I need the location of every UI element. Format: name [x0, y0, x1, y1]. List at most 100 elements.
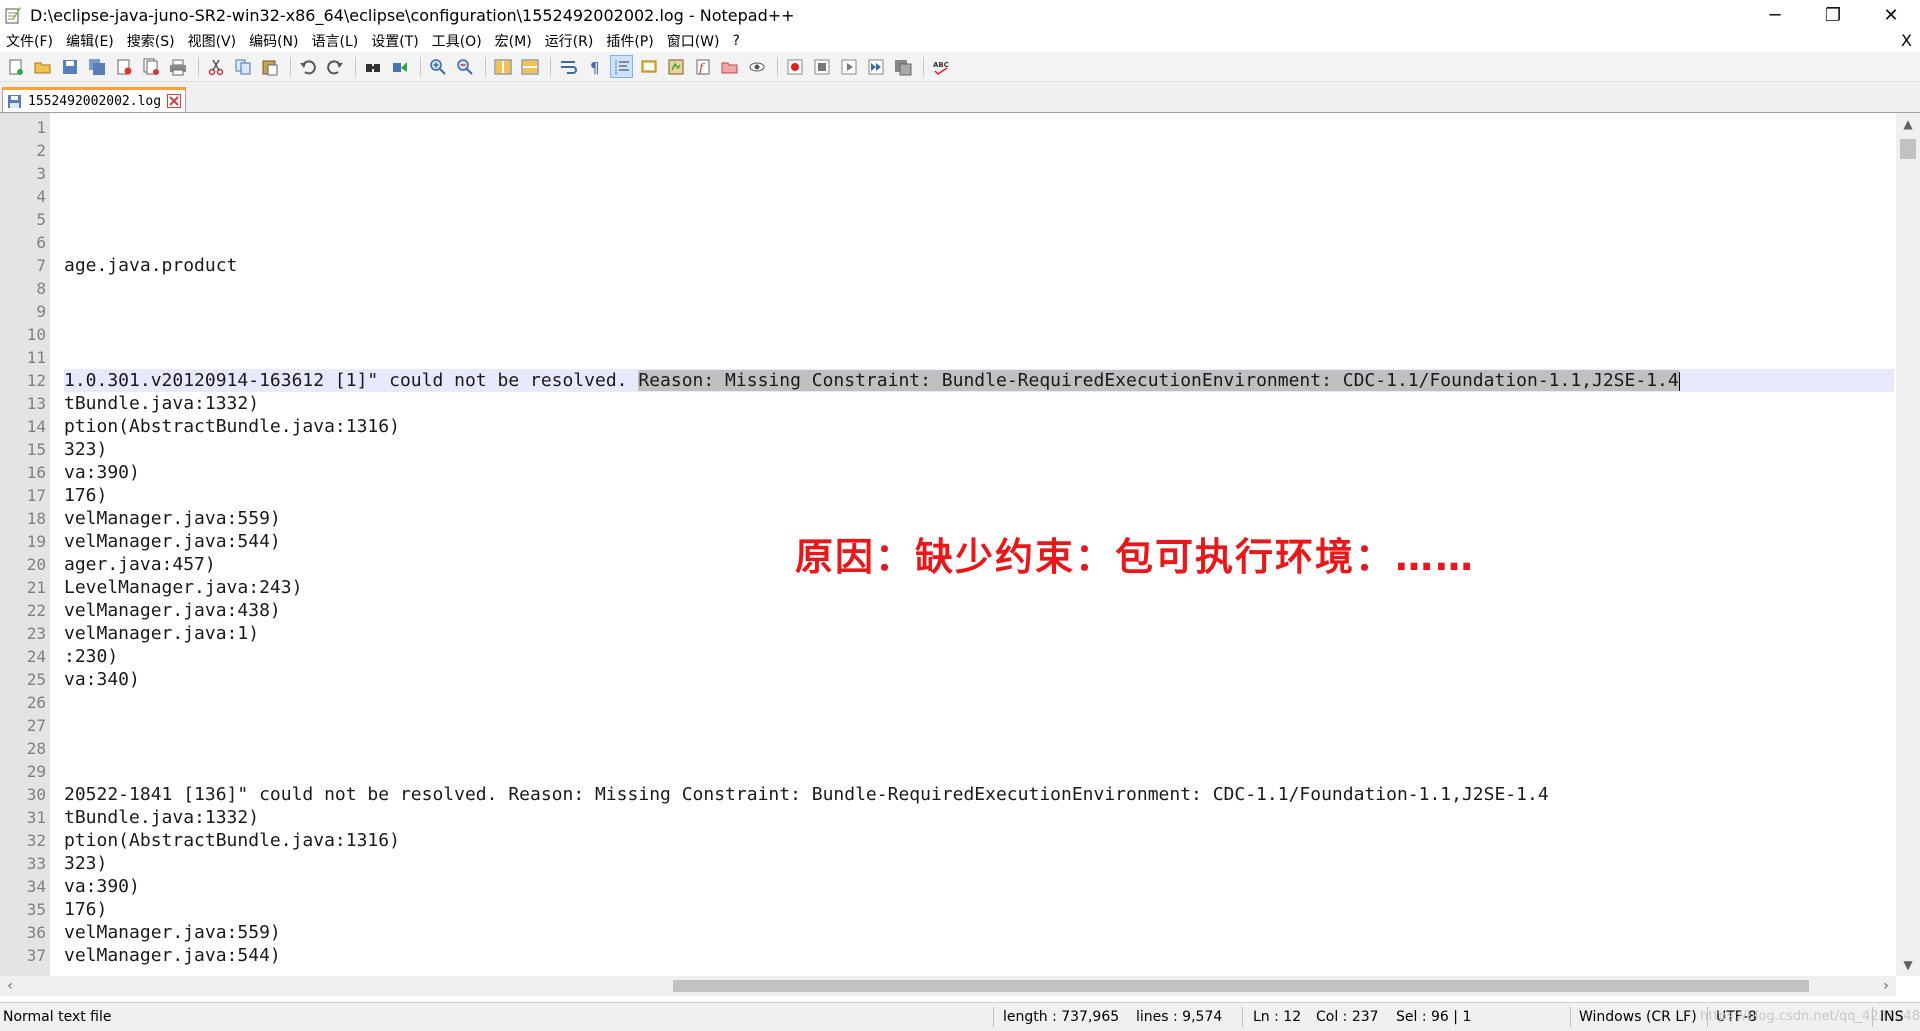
undo-icon[interactable]	[296, 55, 319, 78]
menu-plugins[interactable]: 插件(P)	[600, 31, 659, 51]
menu-settings[interactable]: 设置(T)	[365, 31, 424, 51]
zoom-in-icon[interactable]	[426, 55, 449, 78]
menu-edit[interactable]: 编辑(E)	[60, 31, 120, 51]
text-line[interactable]: va:390)	[64, 461, 1894, 484]
text-line[interactable]: 20522-1841 [136]" could not be resolved.…	[64, 783, 1894, 806]
sync-horizontal-icon[interactable]	[518, 55, 541, 78]
text-line[interactable]	[64, 346, 1894, 369]
replace-icon[interactable]	[388, 55, 411, 78]
text-line[interactable]	[64, 277, 1894, 300]
text-line[interactable]: velManager.java:544)	[64, 944, 1894, 967]
text-line[interactable]: 176)	[64, 898, 1894, 921]
close-icon[interactable]	[112, 55, 135, 78]
show-all-chars-icon[interactable]: ¶	[583, 55, 606, 78]
menu-file[interactable]: 文件(F)	[0, 31, 59, 51]
text-line[interactable]	[64, 231, 1894, 254]
line-number: 12	[26, 371, 46, 390]
doc-map-icon[interactable]	[664, 55, 687, 78]
line-text: va:390)	[64, 876, 140, 897]
close-window-button[interactable]: ✕	[1862, 0, 1920, 30]
text-line[interactable]	[64, 691, 1894, 714]
line-number: 34	[26, 877, 46, 896]
paste-icon[interactable]	[258, 55, 281, 78]
run-macro-multiple-icon[interactable]	[864, 55, 887, 78]
text-line[interactable]: velManager.java:1)	[64, 622, 1894, 645]
close-tab-icon[interactable]	[167, 94, 182, 108]
horizontal-scrollbar[interactable]: ‹ ›	[0, 976, 1896, 996]
menu-view[interactable]: 视图(V)	[182, 31, 243, 51]
text-line[interactable]: 323)	[64, 852, 1894, 875]
text-line[interactable]	[64, 323, 1894, 346]
scroll-left-icon[interactable]: ‹	[0, 976, 20, 996]
maximize-button[interactable]: ❐	[1804, 0, 1862, 30]
current-line[interactable]: 1.0.301.v20120914-163612 [1]" could not …	[64, 369, 1894, 392]
line-text: velManager.java:438)	[64, 600, 281, 621]
editor-area[interactable]: 1 2 3 4 5 6 7 8 9 10 11 12 13 14 15 16 17 18 19 20 21 22 23 24 2…	[0, 113, 1920, 976]
text-line[interactable]: tBundle.java:1332)	[64, 806, 1894, 829]
open-file-icon[interactable]	[31, 55, 54, 78]
new-file-icon[interactable]	[4, 55, 27, 78]
scroll-right-icon[interactable]: ›	[1876, 976, 1896, 996]
word-wrap-icon[interactable]	[556, 55, 579, 78]
monitor-icon[interactable]	[745, 55, 768, 78]
text-line[interactable]	[64, 208, 1894, 231]
text-line[interactable]: velManager.java:438)	[64, 599, 1894, 622]
text-line[interactable]: tBundle.java:1332)	[64, 392, 1894, 415]
vertical-scroll-thumb[interactable]	[1900, 139, 1916, 159]
vertical-scrollbar[interactable]: ▲ ▼	[1896, 113, 1920, 976]
udl-icon[interactable]	[637, 55, 660, 78]
save-icon[interactable]	[58, 55, 81, 78]
text-line[interactable]: 323)	[64, 438, 1894, 461]
menu-tools[interactable]: 工具(O)	[426, 31, 488, 51]
text-line[interactable]: velManager.java:559)	[64, 921, 1894, 944]
minimize-button[interactable]: ─	[1746, 0, 1804, 30]
play-macro-icon[interactable]	[837, 55, 860, 78]
menu-window[interactable]: 窗口(W)	[661, 31, 726, 51]
menu-encoding[interactable]: 编码(N)	[243, 31, 304, 51]
menu-language[interactable]: 语言(L)	[306, 31, 365, 51]
line-number: 10	[26, 325, 46, 344]
close-document-button[interactable]: X	[1901, 30, 1912, 52]
menu-macro[interactable]: 宏(M)	[489, 31, 538, 51]
redo-icon[interactable]	[323, 55, 346, 78]
scroll-down-icon[interactable]: ▼	[1896, 954, 1920, 976]
scroll-up-icon[interactable]: ▲	[1896, 113, 1920, 135]
text-line[interactable]: 176)	[64, 484, 1894, 507]
text-line[interactable]	[64, 162, 1894, 185]
record-macro-icon[interactable]	[783, 55, 806, 78]
line-number: 15	[26, 440, 46, 459]
text-line[interactable]	[64, 737, 1894, 760]
sync-vertical-icon[interactable]	[491, 55, 514, 78]
menu-run[interactable]: 运行(R)	[539, 31, 600, 51]
text-line[interactable]: ption(AbstractBundle.java:1316)	[64, 829, 1894, 852]
zoom-out-icon[interactable]	[453, 55, 476, 78]
find-icon[interactable]	[361, 55, 384, 78]
text-line[interactable]: ption(AbstractBundle.java:1316)	[64, 415, 1894, 438]
save-all-icon[interactable]	[85, 55, 108, 78]
text-line[interactable]: age.java.product	[64, 254, 1894, 277]
cut-icon[interactable]	[204, 55, 227, 78]
print-icon[interactable]	[166, 55, 189, 78]
text-line[interactable]	[64, 760, 1894, 783]
folder-workspace-icon[interactable]	[718, 55, 741, 78]
function-list-icon[interactable]: f	[691, 55, 714, 78]
spell-check-icon[interactable]: ABC	[929, 55, 952, 78]
menu-search[interactable]: 搜索(S)	[121, 31, 181, 51]
indent-guide-icon[interactable]	[610, 55, 633, 78]
text-line[interactable]: :230)	[64, 645, 1894, 668]
copy-icon[interactable]	[231, 55, 254, 78]
document-tab[interactable]: 1552492002002.log	[2, 87, 187, 112]
text-line[interactable]	[64, 300, 1894, 323]
save-macro-icon[interactable]	[891, 55, 914, 78]
text-line[interactable]: va:390)	[64, 875, 1894, 898]
text-line[interactable]	[64, 116, 1894, 139]
line-number: 36	[26, 923, 46, 942]
text-line[interactable]	[64, 185, 1894, 208]
text-line[interactable]	[64, 139, 1894, 162]
menu-help[interactable]: ?	[727, 33, 746, 49]
text-line[interactable]	[64, 714, 1894, 737]
horizontal-scroll-thumb[interactable]	[673, 980, 1809, 992]
text-line[interactable]: va:340)	[64, 668, 1894, 691]
close-all-icon[interactable]	[139, 55, 162, 78]
stop-macro-icon[interactable]	[810, 55, 833, 78]
